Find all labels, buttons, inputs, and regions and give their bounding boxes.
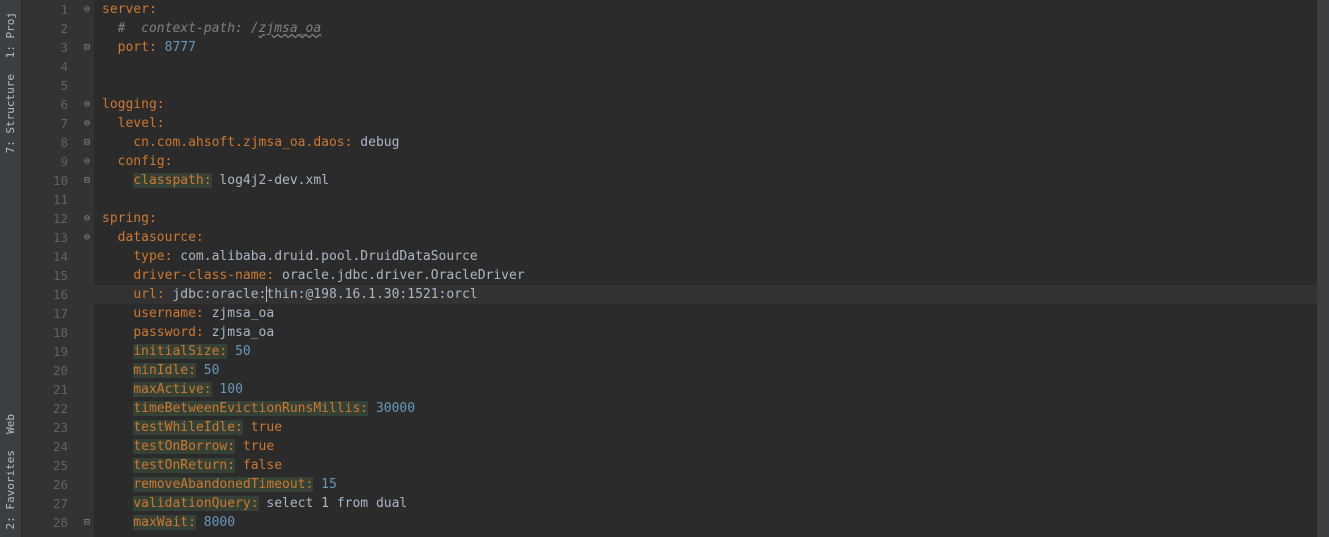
code-line[interactable] [102, 76, 1317, 95]
code-line[interactable] [102, 57, 1317, 76]
code-line[interactable]: initialSize: 50 [102, 342, 1317, 361]
line-number[interactable]: 12 [22, 209, 68, 228]
code-line[interactable]: driver-class-name: oracle.jdbc.driver.Or… [102, 266, 1317, 285]
fold-marker [80, 76, 94, 95]
code-line[interactable]: classpath: log4j2-dev.xml [102, 171, 1317, 190]
line-number[interactable]: 13 [22, 228, 68, 247]
line-number-gutter[interactable]: 1234567891011121314151617181920212223242… [22, 0, 80, 537]
scrollbar[interactable] [1317, 0, 1329, 537]
line-number[interactable]: 20 [22, 361, 68, 380]
fold-marker[interactable]: ⊟ [80, 133, 94, 152]
code-line[interactable]: datasource: [102, 228, 1317, 247]
sidebar-tab-favorites[interactable]: 2: Favorites [2, 442, 19, 537]
code-line[interactable]: # context-path: /zjmsa_oa [102, 19, 1317, 38]
fold-marker [80, 361, 94, 380]
code-line[interactable]: config: [102, 152, 1317, 171]
line-number[interactable]: 6 [22, 95, 68, 114]
code-line[interactable]: password: zjmsa_oa [102, 323, 1317, 342]
fold-marker[interactable]: ⊖ [80, 152, 94, 171]
fold-marker[interactable]: ⊖ [80, 114, 94, 133]
code-line[interactable]: removeAbandonedTimeout: 15 [102, 475, 1317, 494]
fold-marker [80, 418, 94, 437]
fold-marker [80, 437, 94, 456]
code-line[interactable]: maxWait: 8000 [102, 513, 1317, 532]
line-number[interactable]: 16 [22, 285, 68, 304]
fold-marker[interactable]: ⊟ [80, 513, 94, 532]
text-caret [266, 286, 267, 302]
code-line[interactable]: minIdle: 50 [102, 361, 1317, 380]
code-line[interactable]: testOnBorrow: true [102, 437, 1317, 456]
line-number[interactable]: 4 [22, 57, 68, 76]
line-number[interactable]: 14 [22, 247, 68, 266]
fold-marker[interactable]: ⊟ [80, 38, 94, 57]
line-number[interactable]: 17 [22, 304, 68, 323]
line-number[interactable]: 27 [22, 494, 68, 513]
code-line[interactable]: testOnReturn: false [102, 456, 1317, 475]
line-number[interactable]: 28 [22, 513, 68, 532]
line-number[interactable]: 19 [22, 342, 68, 361]
code-line[interactable]: testWhileIdle: true [102, 418, 1317, 437]
code-line[interactable]: port: 8777 [102, 38, 1317, 57]
line-number[interactable]: 25 [22, 456, 68, 475]
code-line[interactable]: username: zjmsa_oa [102, 304, 1317, 323]
code-line[interactable]: cn.com.ahsoft.zjmsa_oa.daos: debug [102, 133, 1317, 152]
fold-marker [80, 266, 94, 285]
code-line[interactable]: url: jdbc:oracle:thin:@198.16.1.30:1521:… [94, 285, 1317, 304]
code-line[interactable]: logging: [102, 95, 1317, 114]
code-line[interactable]: level: [102, 114, 1317, 133]
code-line[interactable]: server: [102, 0, 1317, 19]
fold-marker[interactable]: ⊖ [80, 95, 94, 114]
code-line[interactable]: timeBetweenEvictionRunsMillis: 30000 [102, 399, 1317, 418]
line-number[interactable]: 24 [22, 437, 68, 456]
sidebar-tab-structure[interactable]: 7: Structure [2, 66, 19, 161]
fold-marker[interactable]: ⊖ [80, 0, 94, 19]
line-number[interactable]: 26 [22, 475, 68, 494]
fold-marker [80, 304, 94, 323]
fold-marker[interactable]: ⊖ [80, 228, 94, 247]
line-number[interactable]: 22 [22, 399, 68, 418]
line-number[interactable]: 2 [22, 19, 68, 38]
code-line[interactable] [102, 190, 1317, 209]
fold-marker [80, 494, 94, 513]
editor: 1234567891011121314151617181920212223242… [22, 0, 1329, 537]
line-number[interactable]: 7 [22, 114, 68, 133]
code-line[interactable]: type: com.alibaba.druid.pool.DruidDataSo… [102, 247, 1317, 266]
sidebar-tab-web[interactable]: Web [2, 406, 19, 442]
fold-gutter[interactable]: ⊖⊟⊖⊖⊟⊖⊟⊖⊖⊟ [80, 0, 94, 537]
code-line[interactable]: spring: [102, 209, 1317, 228]
fold-marker [80, 456, 94, 475]
sidebar-tab-project[interactable]: 1: Proj [2, 4, 19, 66]
fold-marker [80, 285, 94, 304]
line-number[interactable]: 21 [22, 380, 68, 399]
fold-marker [80, 19, 94, 38]
line-number[interactable]: 23 [22, 418, 68, 437]
line-number[interactable]: 10 [22, 171, 68, 190]
fold-marker [80, 323, 94, 342]
fold-marker [80, 342, 94, 361]
fold-marker [80, 475, 94, 494]
line-number[interactable]: 15 [22, 266, 68, 285]
line-number[interactable]: 18 [22, 323, 68, 342]
line-number[interactable]: 9 [22, 152, 68, 171]
fold-marker [80, 380, 94, 399]
line-number[interactable]: 5 [22, 76, 68, 95]
fold-marker[interactable]: ⊖ [80, 209, 94, 228]
line-number[interactable]: 11 [22, 190, 68, 209]
fold-marker [80, 190, 94, 209]
line-number[interactable]: 1 [22, 0, 68, 19]
fold-marker [80, 247, 94, 266]
line-number[interactable]: 3 [22, 38, 68, 57]
code-area[interactable]: server: # context-path: /zjmsa_oa port: … [94, 0, 1317, 537]
code-line[interactable]: maxActive: 100 [102, 380, 1317, 399]
tool-window-bar: 1: Proj 7: Structure Web 2: Favorites [0, 0, 22, 537]
fold-marker [80, 57, 94, 76]
fold-marker[interactable]: ⊟ [80, 171, 94, 190]
fold-marker [80, 399, 94, 418]
line-number[interactable]: 8 [22, 133, 68, 152]
code-line[interactable]: validationQuery: select 1 from dual [102, 494, 1317, 513]
